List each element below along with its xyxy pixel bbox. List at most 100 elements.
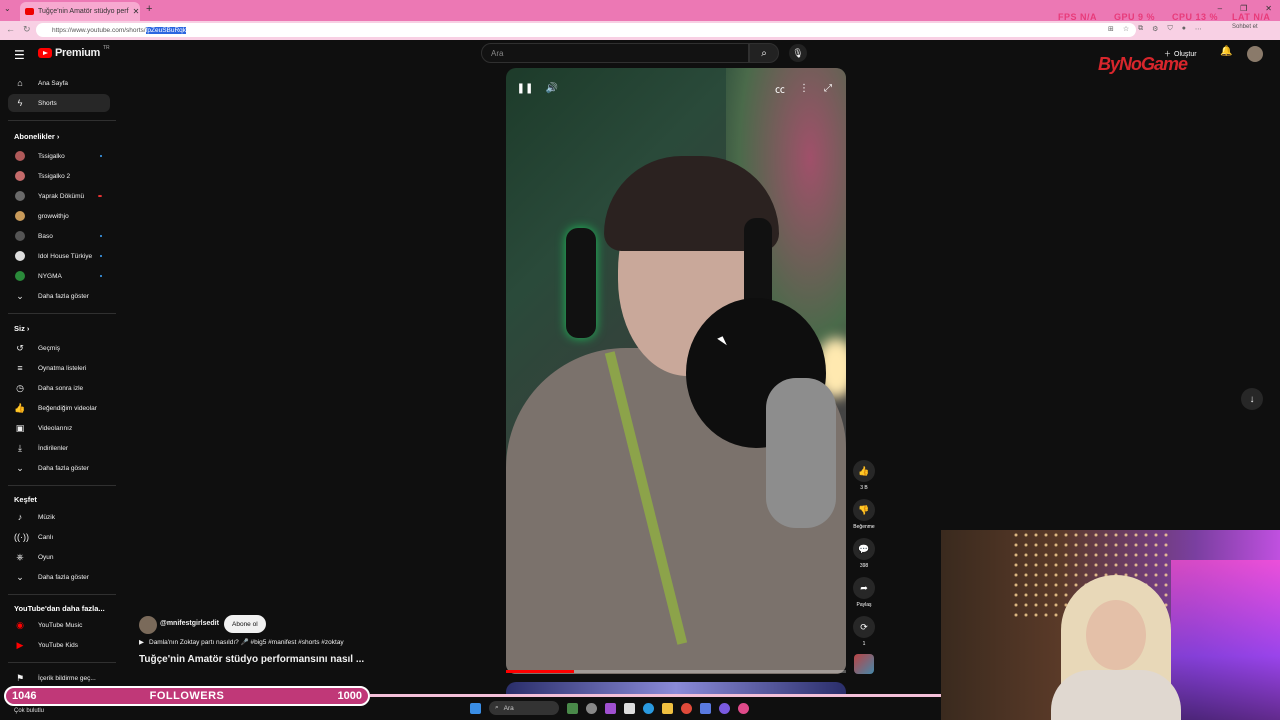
dislike-label: Beğenme bbox=[853, 524, 875, 530]
task-view-icon[interactable] bbox=[586, 702, 597, 714]
sidebar-item-liked-videos[interactable]: 👍 Beğendiğim videolar bbox=[8, 399, 110, 417]
captions-button[interactable]: ㏄ bbox=[773, 81, 787, 96]
volume-button[interactable]: 🔊 bbox=[545, 81, 559, 95]
comments-action[interactable]: 💬 398 bbox=[852, 538, 876, 569]
chat-button[interactable]: Sohbet et bbox=[1232, 24, 1258, 30]
shield-icon[interactable]: ⛉ bbox=[1167, 25, 1172, 33]
sidebar-item-label: YouTube Music bbox=[38, 621, 83, 629]
url-field[interactable]: https://www.youtube.com/shorts/fpZeuSBuR… bbox=[36, 23, 1136, 37]
sidebar-item-downloads[interactable]: ⤓ İndirilenler bbox=[8, 439, 110, 457]
sidebar-item-live[interactable]: ((·)) Canlı bbox=[8, 528, 110, 546]
apps-icon[interactable]: ⊞ bbox=[1108, 25, 1114, 33]
sidebar-item-your-videos[interactable]: ▣ Videolarınız bbox=[8, 419, 110, 437]
plus-icon: ＋ bbox=[1164, 51, 1171, 58]
sidebar-item-shorts[interactable]: ϟ Shorts bbox=[8, 94, 110, 112]
discord-icon[interactable] bbox=[719, 702, 730, 714]
like-count: 3 B bbox=[860, 485, 868, 491]
channel-avatar bbox=[15, 271, 25, 281]
sidebar-explore-show-more[interactable]: ⌄ Daha fazla göster bbox=[8, 568, 110, 586]
windows-start-icon[interactable] bbox=[470, 702, 481, 714]
hamburger-menu-icon[interactable]: ☰ bbox=[14, 48, 25, 62]
next-short-button[interactable]: ↓ bbox=[1241, 388, 1263, 410]
close-window-button[interactable]: ✕ bbox=[1265, 4, 1272, 13]
sidebar-item-youtube-kids[interactable]: ▶ YouTube Kids bbox=[8, 636, 110, 654]
opera-icon[interactable] bbox=[738, 702, 749, 714]
remix-icon: ⟳ bbox=[853, 616, 875, 638]
fullscreen-button[interactable]: ⤢ bbox=[821, 81, 835, 95]
sidebar-sub-tssigalko-2[interactable]: Tssigalko 2 bbox=[8, 167, 110, 185]
sidebar-item-history[interactable]: ↺ Geçmiş bbox=[8, 339, 110, 357]
sidebar-item-gaming[interactable]: ⎈ Oyun bbox=[8, 548, 110, 566]
pause-button[interactable]: ❚❚ bbox=[517, 81, 534, 95]
sound-thumbnail[interactable] bbox=[854, 654, 874, 674]
youtube-logo[interactable]: Premium TR bbox=[38, 45, 110, 59]
edge-icon[interactable] bbox=[643, 702, 654, 714]
file-explorer-icon[interactable] bbox=[662, 702, 673, 714]
you-heading[interactable]: Siz › bbox=[14, 324, 29, 333]
subscriptions-heading[interactable]: Abonelikler › bbox=[14, 132, 59, 141]
browser-tab[interactable]: Tuğçe'nin Amatör stüdyo perf ✕ bbox=[20, 2, 140, 21]
sidebar-sub-nygma[interactable]: NYGMA bbox=[8, 267, 110, 285]
app-icon[interactable] bbox=[700, 702, 711, 714]
search-button[interactable]: ⌕ bbox=[749, 43, 779, 63]
search-input[interactable]: Ara bbox=[481, 43, 749, 63]
subscribe-button[interactable]: Abone ol bbox=[224, 615, 266, 633]
remix-action[interactable]: ⟳ 1 bbox=[852, 616, 876, 647]
store-icon[interactable] bbox=[624, 702, 635, 714]
maximize-button[interactable]: ❐ bbox=[1240, 4, 1247, 13]
minimize-button[interactable]: – bbox=[1218, 4, 1222, 13]
next-short-preview[interactable] bbox=[506, 682, 846, 694]
sidebar-item-label: Daha fazla göster bbox=[38, 464, 89, 472]
sidebar-item-youtube-music[interactable]: ◉ YouTube Music bbox=[8, 616, 110, 634]
sidebar-item-label: Tssigalko bbox=[38, 152, 65, 160]
short-title[interactable]: Tuğçe'nin Amatör stüdyo performansını na… bbox=[139, 654, 364, 665]
share-action[interactable]: ➦ Paylaş bbox=[852, 577, 876, 608]
sidebar-sub-baso[interactable]: Baso bbox=[8, 227, 110, 245]
channel-avatar[interactable] bbox=[139, 616, 157, 634]
dislike-action[interactable]: 👎 Beğenme bbox=[852, 499, 876, 530]
sidebar-sub-yaprak-dokumu[interactable]: Yaprak Dökümü bbox=[8, 187, 110, 205]
star-icon[interactable]: ☆ bbox=[1123, 25, 1129, 33]
short-description[interactable]: ▶ Damla'nın Zoktay partı nasıldı? 🎤 #big5… bbox=[139, 638, 344, 646]
sidebar-item-playlists[interactable]: ≡ Oynatma listeleri bbox=[8, 359, 110, 377]
sidebar-subs-show-more[interactable]: ⌄ Daha fazla göster bbox=[8, 287, 110, 305]
sidebar-item-home[interactable]: ⌂ Ana Sayfa bbox=[8, 74, 110, 92]
tab-menu-icon[interactable]: ⌄ bbox=[4, 4, 11, 13]
sidebar-item-watch-later[interactable]: ◷ Daha sonra izle bbox=[8, 379, 110, 397]
create-button[interactable]: ＋ Oluştur bbox=[1164, 46, 1197, 62]
sidebar-item-music[interactable]: ♪ Müzik bbox=[8, 508, 110, 526]
more-options-button[interactable]: ⋮ bbox=[797, 81, 811, 95]
settings-icon[interactable]: ⚙ bbox=[1152, 25, 1158, 33]
profile-icon[interactable]: ● bbox=[1182, 25, 1186, 33]
account-avatar[interactable] bbox=[1247, 46, 1263, 62]
more-icon[interactable]: ⋯ bbox=[1195, 25, 1202, 33]
tab-close-icon[interactable]: ✕ bbox=[133, 7, 140, 16]
sidebar-sub-idol-house[interactable]: Idol House Türkiye bbox=[8, 247, 110, 265]
reload-icon[interactable]: ↻ bbox=[23, 24, 31, 35]
new-tab-button[interactable]: + bbox=[146, 3, 152, 15]
back-icon[interactable]: ← bbox=[6, 24, 15, 35]
sidebar-item-report-history[interactable]: ⚑ İçerik bildirme geç... bbox=[8, 669, 110, 687]
sidebar-sub-tssigalko[interactable]: Tssigalko bbox=[8, 147, 110, 165]
like-action[interactable]: 👍 3 B bbox=[852, 460, 876, 491]
nav-buttons: ← ↻ bbox=[6, 24, 31, 35]
video-progress-bar[interactable] bbox=[506, 670, 846, 673]
chevron-down-icon: ⌄ bbox=[16, 571, 24, 582]
channel-name[interactable]: @mnifestgirlsedit bbox=[160, 620, 219, 627]
copilot-icon[interactable] bbox=[605, 702, 616, 714]
sidebar-item-label: Daha fazla göster bbox=[38, 292, 89, 300]
sidebar-sub-growwithjo[interactable]: growwithjo bbox=[8, 207, 110, 225]
widgets-icon[interactable] bbox=[567, 702, 578, 714]
search-icon: ⌕ bbox=[761, 47, 767, 59]
sidebar-item-label: Müzik bbox=[38, 513, 55, 521]
thumbs-up-icon: 👍 bbox=[853, 460, 875, 482]
notifications-bell-icon[interactable]: 🔔 bbox=[1220, 46, 1232, 57]
video-progress-fill bbox=[506, 670, 574, 673]
shorts-video-player[interactable] bbox=[506, 68, 846, 674]
chrome-icon[interactable] bbox=[681, 702, 692, 714]
extensions-icon[interactable]: ⧉ bbox=[1138, 25, 1143, 33]
taskbar-search[interactable]: ⌕ Ara bbox=[489, 701, 559, 715]
taskbar: ⌕ Ara bbox=[470, 698, 810, 718]
sidebar-you-show-more[interactable]: ⌄ Daha fazla göster bbox=[8, 459, 110, 477]
voice-search-button[interactable]: 🎙 bbox=[789, 44, 807, 62]
